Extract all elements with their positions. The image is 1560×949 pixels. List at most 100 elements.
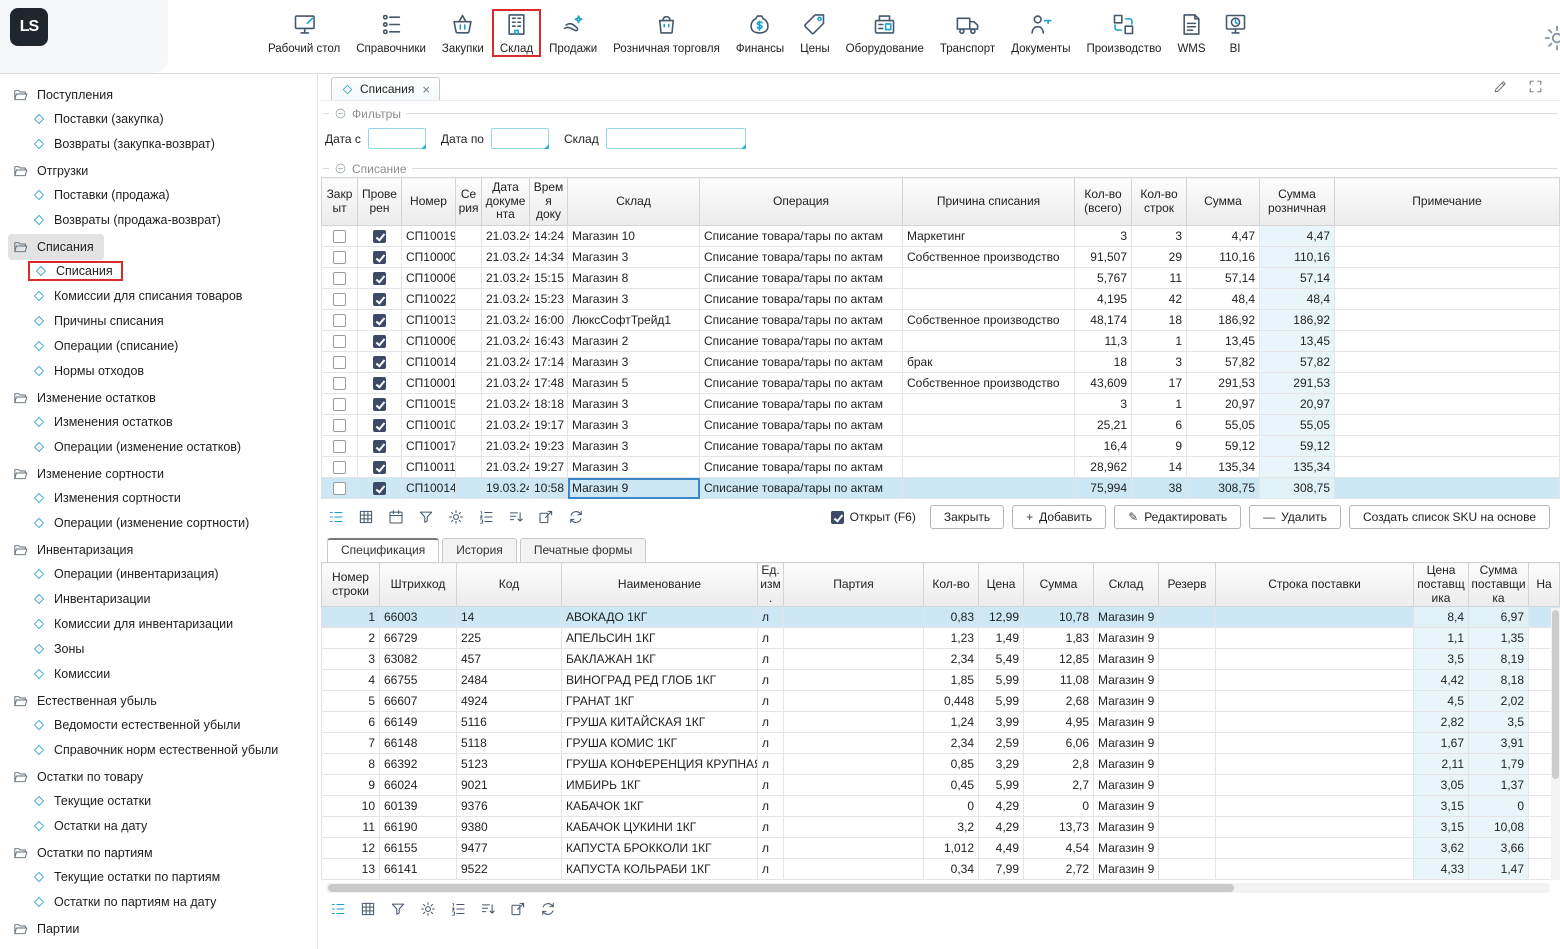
cell[interactable] — [1216, 607, 1414, 628]
sidebar-group[interactable]: Отгрузки — [8, 158, 98, 184]
cell[interactable]: 14:34 — [530, 247, 568, 268]
cell[interactable] — [456, 373, 482, 394]
cell[interactable]: 0,45 — [924, 775, 979, 796]
cell[interactable] — [358, 310, 402, 331]
cell[interactable] — [1216, 628, 1414, 649]
cell[interactable]: Магазин 9 — [1094, 712, 1159, 733]
sidebar-item[interactable]: Изменения сортности — [8, 487, 313, 512]
cell[interactable]: 0,34 — [924, 859, 979, 880]
cell[interactable] — [1216, 775, 1414, 796]
cell[interactable]: Списание товара/тары по актам — [700, 247, 903, 268]
cell[interactable]: 2,02 — [1469, 691, 1529, 712]
cell[interactable]: 8,18 — [1469, 670, 1529, 691]
cell[interactable]: 25,21 — [1075, 415, 1132, 436]
column-header[interactable]: Резерв — [1159, 563, 1216, 607]
sidebar-item[interactable]: Остатки по партиям на дату — [8, 891, 313, 916]
cell[interactable]: 3 — [1075, 226, 1132, 247]
cell[interactable]: Списание товара/тары по актам — [700, 331, 903, 352]
settings-icon[interactable] — [447, 508, 465, 526]
cell[interactable]: 3,91 — [1469, 733, 1529, 754]
cell[interactable]: 12,85 — [1024, 649, 1094, 670]
column-header[interactable]: Цена поставщика — [1414, 563, 1469, 607]
cell[interactable]: л — [758, 691, 784, 712]
cell[interactable]: 7,99 — [979, 859, 1024, 880]
cell[interactable]: 1 — [1132, 331, 1187, 352]
cell[interactable]: 48,174 — [1075, 310, 1132, 331]
cell[interactable]: 3,5 — [1414, 649, 1469, 670]
cell[interactable] — [784, 775, 924, 796]
sidebar-group[interactable]: Естественная убыль — [8, 688, 167, 714]
cell[interactable]: 48,4 — [1260, 289, 1335, 310]
cell[interactable] — [1216, 754, 1414, 775]
verified-checkbox[interactable] — [373, 251, 386, 264]
export-icon[interactable] — [537, 508, 555, 526]
cell[interactable]: 59,12 — [1260, 436, 1335, 457]
cell[interactable] — [1159, 607, 1216, 628]
cell[interactable]: 5116 — [457, 712, 562, 733]
cell[interactable] — [358, 373, 402, 394]
cell[interactable]: 4,5 — [1414, 691, 1469, 712]
verified-checkbox[interactable] — [373, 419, 386, 432]
cell[interactable]: Маркетинг — [903, 226, 1075, 247]
cell[interactable]: СП100062 — [402, 331, 456, 352]
rows-icon[interactable] — [329, 900, 347, 918]
cell[interactable]: 3,2 — [924, 817, 979, 838]
cell[interactable]: 14 — [1132, 457, 1187, 478]
sidebar-group[interactable]: Инвентаризация — [8, 537, 143, 563]
cell[interactable] — [1216, 691, 1414, 712]
cell[interactable]: Магазин 10 — [568, 226, 700, 247]
cell[interactable]: 17:48 — [530, 373, 568, 394]
closed-checkbox[interactable] — [333, 440, 346, 453]
cell[interactable]: л — [758, 754, 784, 775]
cell[interactable] — [322, 436, 358, 457]
cell[interactable] — [358, 457, 402, 478]
sidebar-item[interactable]: Поставки (продажа) — [8, 184, 313, 209]
cell[interactable]: Магазин 3 — [568, 436, 700, 457]
column-header[interactable]: Строка поставки — [1216, 563, 1414, 607]
cell[interactable]: 66607 — [380, 691, 457, 712]
verified-checkbox[interactable] — [373, 356, 386, 369]
cell[interactable] — [1335, 373, 1560, 394]
cell[interactable]: 16:00 — [530, 310, 568, 331]
document-row[interactable]: СП10010621.03.2419:17Магазин 3Списание т… — [322, 415, 1560, 436]
sidebar-item[interactable]: Остатки на дату — [8, 815, 313, 840]
cell[interactable]: 6 — [1132, 415, 1187, 436]
cell[interactable] — [1159, 649, 1216, 670]
closed-checkbox[interactable] — [333, 377, 346, 390]
cell[interactable]: Собственное производство — [903, 310, 1075, 331]
cell[interactable]: Магазин 3 — [568, 247, 700, 268]
cell[interactable]: 225 — [457, 628, 562, 649]
cell[interactable] — [1216, 712, 1414, 733]
cell[interactable]: л — [758, 670, 784, 691]
verified-checkbox[interactable] — [373, 482, 386, 495]
cell[interactable]: Списание товара/тары по актам — [700, 394, 903, 415]
cell[interactable] — [1335, 394, 1560, 415]
create-sku-button[interactable]: Создать список SKU на основе — [1349, 505, 1550, 529]
cell[interactable]: л — [758, 733, 784, 754]
nav-item[interactable]: Продажи — [541, 9, 605, 57]
sidebar-item[interactable]: Инвентаризации — [8, 588, 313, 613]
cell[interactable] — [1216, 670, 1414, 691]
document-row[interactable]: СП10013421.03.2416:00ЛюксСофтТрейд1Списа… — [322, 310, 1560, 331]
cell[interactable]: 21.03.24 — [482, 352, 530, 373]
cell[interactable]: 11,08 — [1024, 670, 1094, 691]
nav-item[interactable]: Закупки — [434, 9, 492, 57]
cell[interactable]: КАПУСТА КОЛЬРАБИ 1КГ — [562, 859, 758, 880]
cell[interactable]: 57,82 — [1187, 352, 1260, 373]
cell[interactable]: 291,53 — [1260, 373, 1335, 394]
detail-tab[interactable]: История — [442, 538, 517, 562]
cell[interactable] — [784, 796, 924, 817]
cell[interactable]: 9021 — [457, 775, 562, 796]
cell[interactable]: КАБАЧОК 1КГ — [562, 796, 758, 817]
column-header[interactable]: На — [1529, 563, 1560, 607]
cell[interactable]: Магазин 9 — [568, 478, 700, 499]
cell[interactable]: 5,99 — [979, 670, 1024, 691]
cell[interactable] — [322, 310, 358, 331]
cell[interactable]: 55,05 — [1187, 415, 1260, 436]
cell[interactable]: 66729 — [380, 628, 457, 649]
cell[interactable] — [456, 436, 482, 457]
nav-item[interactable]: WMS — [1169, 9, 1213, 57]
cell[interactable]: Списание товара/тары по актам — [700, 415, 903, 436]
cell[interactable]: АВОКАДО 1КГ — [562, 607, 758, 628]
cell[interactable]: СП100159 — [402, 394, 456, 415]
